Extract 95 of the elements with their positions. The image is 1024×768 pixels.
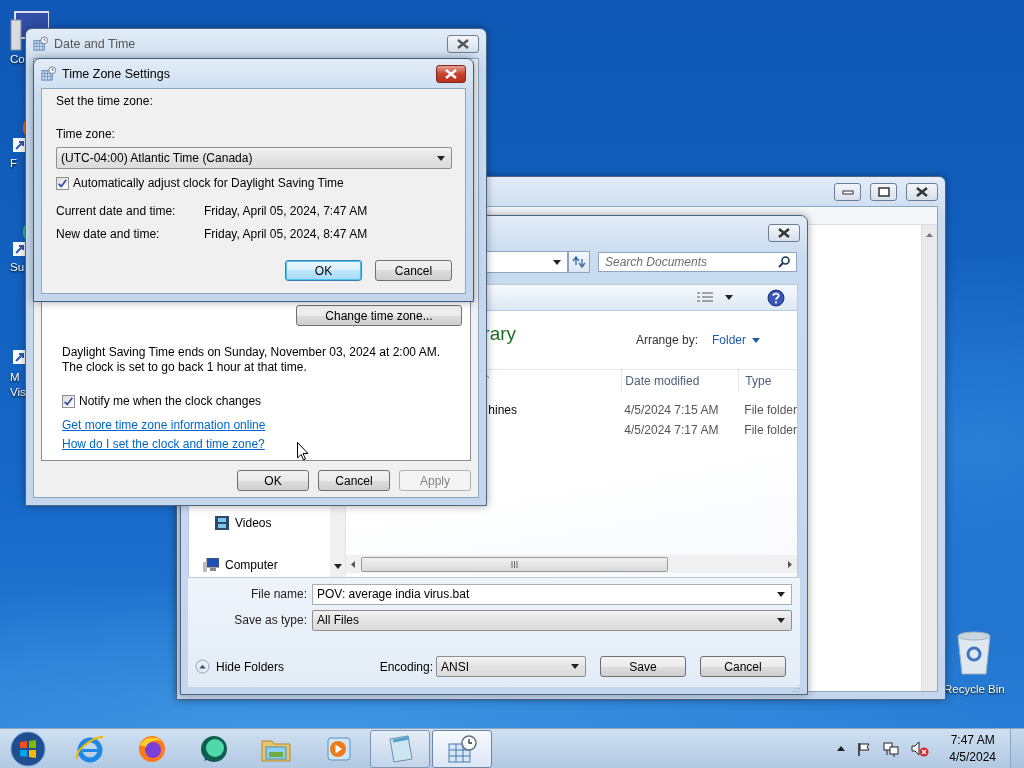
taskbar-button[interactable]	[432, 729, 492, 768]
table-cell-text: 4/5/2024 7:15 AM	[623, 403, 720, 417]
time-zone-dropdown[interactable]: (UTC-04:00) Atlantic Time (Canada)	[56, 147, 452, 169]
close-button[interactable]	[768, 223, 800, 242]
start-orb-icon	[10, 730, 46, 767]
icon-label: Recycle Bin	[944, 682, 1005, 697]
maximize-button[interactable]	[870, 182, 897, 201]
minimize-icon	[841, 188, 854, 195]
scrollbar[interactable]	[346, 555, 797, 573]
close-icon	[457, 38, 469, 49]
field-label: Save as type:	[233, 613, 308, 627]
resize-grip-icon[interactable]	[792, 684, 800, 692]
view-button[interactable]	[697, 291, 733, 304]
right-arrow-icon	[788, 560, 792, 568]
checkbox[interactable]	[56, 176, 69, 190]
daylight-saving-note: Daylight Saving Time ends on Sunday, November 03, 2024 at 2:00 AM. The clock is set to go back 1 hour at that time.	[62, 345, 441, 375]
network-icon[interactable]	[883, 740, 900, 757]
change-time-zone-button[interactable]: Change time zone...	[296, 305, 462, 326]
nav-item[interactable]: Computer	[189, 555, 328, 575]
info-label: New date and time:	[56, 227, 161, 241]
collapse-icon	[195, 659, 210, 674]
info-value: Friday, April 05, 2024, 7:47 AM	[204, 204, 369, 218]
calendar-clock-icon	[33, 36, 48, 51]
checkbox-label: Notify me when the clock changes	[79, 394, 262, 408]
dialog-button[interactable]: Cancel	[700, 656, 786, 677]
search-field[interactable]: Search Documents	[598, 252, 797, 272]
refresh-icon	[572, 256, 586, 268]
table-cell-text: File folder	[743, 423, 797, 437]
computer-icon	[203, 558, 219, 572]
file-name[interactable]: hines	[488, 403, 517, 417]
help-link[interactable]: Get more time zone information online	[62, 418, 266, 433]
file-type-dropdown[interactable]: All Files	[312, 609, 792, 631]
close-icon	[916, 186, 928, 197]
caret-icon	[571, 664, 579, 669]
close-button[interactable]	[906, 182, 938, 201]
caret-icon	[777, 617, 785, 623]
search-icon	[778, 256, 790, 268]
close-icon	[445, 68, 457, 79]
icon-label: M	[10, 370, 20, 385]
file-name-field[interactable]: POV: average india virus.bat	[312, 583, 792, 605]
checkbox[interactable]	[62, 394, 75, 408]
field-label: Time zone:	[56, 127, 116, 141]
dialog-button[interactable]: OK	[285, 260, 362, 281]
info-value: Friday, April 05, 2024, 8:47 AM	[204, 227, 369, 241]
close-button[interactable]	[447, 34, 479, 53]
caret-icon	[333, 564, 342, 569]
table-cell-text: File folder	[743, 403, 797, 417]
arrange-dropdown[interactable]: Folder	[712, 333, 760, 347]
list-view-icon	[697, 291, 713, 304]
caret-icon	[437, 155, 445, 161]
minimize-button[interactable]	[834, 182, 861, 201]
speaker-muted-icon[interactable]	[911, 740, 930, 757]
grip-icon	[511, 560, 519, 568]
calendar-clock-icon	[446, 732, 478, 765]
icon-label: Vis	[10, 385, 26, 400]
encoding-dropdown[interactable]: ANSI	[436, 656, 586, 677]
column-header[interactable]: Type	[738, 370, 797, 392]
dialog-button[interactable]: OK	[237, 470, 309, 491]
checkbox-label: Automatically adjust clock for Daylight Saving Time	[73, 176, 344, 190]
caret-icon	[777, 591, 785, 597]
icon-label: Su	[10, 260, 25, 275]
show-hidden-icons-icon[interactable]	[837, 746, 846, 751]
icon-label: Co	[10, 52, 25, 67]
calendar-clock-icon	[41, 66, 56, 81]
column-header[interactable]: Date modified	[621, 370, 739, 392]
window-title: Time Zone Settings	[62, 66, 170, 81]
arrange-label: Arrange by:	[635, 333, 698, 347]
close-icon	[778, 227, 790, 238]
dialog-button[interactable]: Cancel	[318, 470, 390, 491]
close-button[interactable]	[436, 64, 466, 83]
caret-icon	[553, 259, 561, 265]
dialog-button[interactable]: Cancel	[375, 260, 452, 281]
hide-folders-button[interactable]: Hide Folders	[188, 659, 285, 674]
up-arrow-icon	[926, 233, 933, 237]
left-arrow-icon	[351, 560, 356, 568]
help-link[interactable]: How do I set the clock and time zone?	[62, 437, 265, 452]
field-label: Encoding:	[379, 659, 433, 674]
caret-icon	[725, 295, 733, 300]
taskbar-button[interactable]	[370, 729, 430, 768]
prompt-text: Set the time zone:	[56, 94, 154, 108]
caret-icon	[752, 337, 760, 343]
table-cell-text: 4/5/2024 7:17 AM	[623, 423, 720, 437]
nav-item[interactable]: Videos	[189, 513, 328, 533]
icon-label: F	[10, 156, 18, 171]
help-icon[interactable]	[767, 288, 785, 307]
clock[interactable]: 7:47 AM 4/5/2024	[941, 731, 1004, 766]
refresh-button[interactable]	[568, 251, 590, 273]
maximize-icon	[877, 186, 890, 197]
film-icon	[215, 516, 229, 530]
scrollbar[interactable]	[921, 225, 937, 691]
window-title: Date and Time	[54, 36, 136, 51]
field-label: File name:	[249, 587, 308, 601]
dialog-button[interactable]: Save	[600, 656, 686, 677]
flag-icon[interactable]	[857, 741, 872, 756]
info-label: Current date and time:	[56, 204, 177, 218]
